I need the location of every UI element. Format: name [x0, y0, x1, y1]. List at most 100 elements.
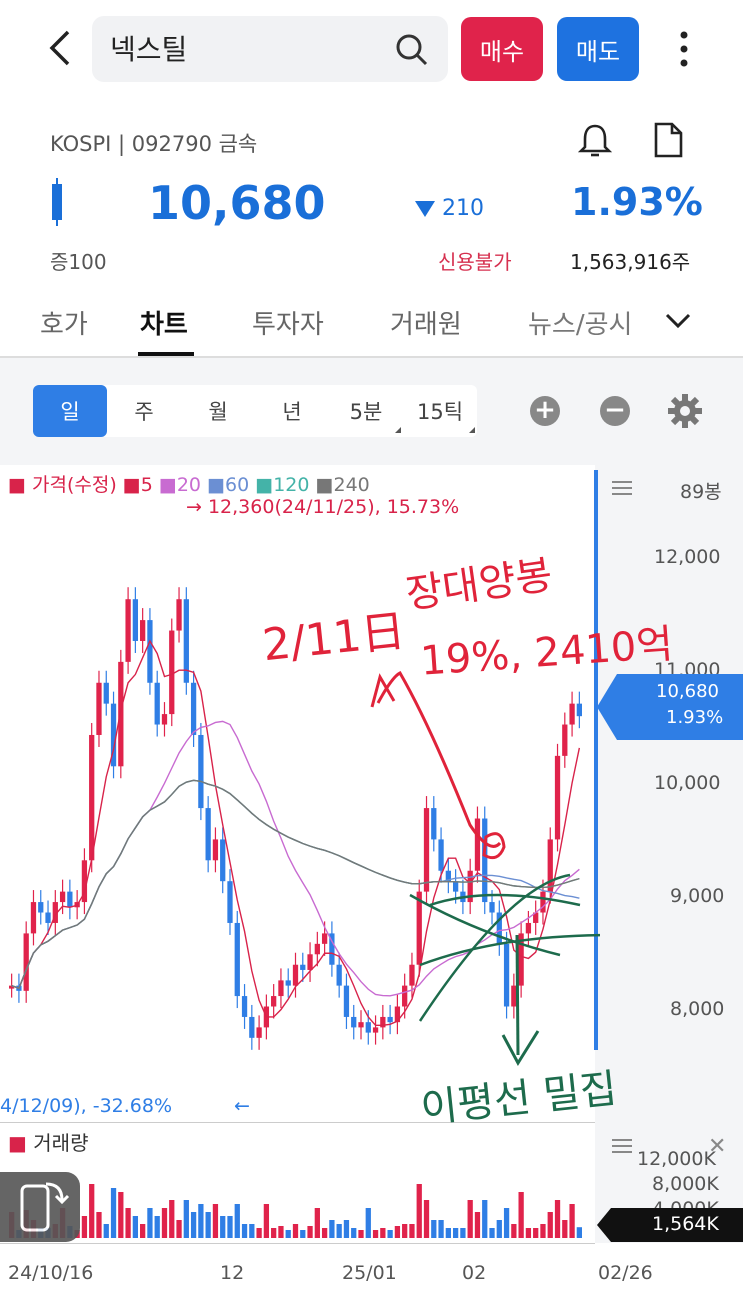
tab-chart[interactable]: 차트 [140, 304, 188, 341]
volume-bar [569, 1204, 575, 1238]
period-month[interactable]: 월 [181, 385, 255, 437]
volume-bar [183, 1200, 189, 1238]
current-price-label: 10,680 [656, 681, 719, 702]
volume-bar [263, 1204, 270, 1238]
volume-bar [234, 1204, 240, 1238]
mini-candle-icon [50, 176, 64, 232]
x-tick: 24/10/16 [8, 1262, 94, 1284]
market-code-label: KOSPI | 092790 금속 [50, 132, 258, 156]
vol-tick: 12,000K [637, 1148, 716, 1170]
x-tick: 12 [220, 1262, 245, 1284]
bars-count: 89봉 [680, 481, 722, 503]
volume-bar [271, 1228, 277, 1238]
volume-bar [409, 1224, 415, 1238]
more-menu-icon[interactable] [676, 30, 692, 70]
chevron-down-icon[interactable] [664, 312, 692, 334]
x-tick: 02 [462, 1262, 487, 1284]
zoom-out-icon[interactable]: − [600, 396, 630, 426]
volume-bar [212, 1204, 219, 1238]
volume-bar [496, 1220, 502, 1238]
buy-button[interactable]: 매수 [461, 17, 543, 81]
x-tick: 25/01 [342, 1262, 397, 1284]
credit-status: 신용불가 [438, 250, 512, 274]
volume-bar [387, 1230, 393, 1238]
volume-bar [154, 1216, 160, 1238]
volume-bar [300, 1230, 306, 1238]
back-button[interactable] [40, 28, 80, 68]
change-percent: 1.93% [571, 180, 703, 224]
zoom-in-icon[interactable]: + [530, 396, 560, 426]
period-5min[interactable]: 5분 [329, 385, 403, 437]
volume-bar [220, 1216, 226, 1238]
volume-bar [525, 1228, 532, 1238]
volume-bar [343, 1220, 350, 1238]
down-triangle-icon [414, 200, 436, 222]
rotate-icon [20, 1182, 70, 1232]
search-input[interactable]: 넥스틸 [110, 28, 187, 68]
volume-bar [198, 1204, 204, 1238]
volume-bar [256, 1228, 262, 1238]
tab-news[interactable]: 뉴스/공시 [528, 304, 632, 341]
x-tick: 02/26 [598, 1262, 653, 1284]
tab-orderbook[interactable]: 호가 [40, 304, 88, 341]
document-icon[interactable] [652, 122, 684, 162]
margin-rate: 증100 [50, 250, 107, 274]
volume-bar [278, 1226, 284, 1238]
volume-bar [292, 1224, 299, 1238]
search-icon[interactable] [395, 33, 429, 71]
back-arrow-icon [49, 30, 70, 66]
tab-investor[interactable]: 투자자 [252, 304, 324, 341]
volume-bar [285, 1230, 291, 1238]
volume-bar [227, 1216, 233, 1238]
volume-bar [416, 1184, 422, 1238]
y-tick: 12,000 [654, 546, 721, 568]
volume-bar [518, 1192, 524, 1238]
volume-bar [540, 1224, 546, 1238]
volume-bar [511, 1224, 517, 1238]
volume-bar [533, 1228, 539, 1238]
bell-icon[interactable] [577, 122, 613, 162]
volume-bar [482, 1200, 488, 1238]
y-tick: 10,000 [654, 772, 721, 794]
volume-menu-icon[interactable] [612, 1138, 632, 1158]
rotate-screen-button[interactable] [0, 1172, 80, 1242]
volume-bar [190, 1212, 197, 1238]
volume-bar [394, 1226, 401, 1238]
volume-bar [314, 1208, 320, 1238]
price-axis [595, 465, 743, 1295]
volume-bar [365, 1208, 371, 1238]
volume-bar [176, 1220, 182, 1238]
volume-bar [503, 1208, 510, 1238]
x-axis-line [0, 1243, 595, 1244]
volume-bar [110, 1188, 117, 1238]
volume-bar [96, 1212, 102, 1238]
volume-bar [321, 1228, 328, 1238]
volume-bar [125, 1208, 131, 1238]
volume-bar [423, 1200, 430, 1238]
vol-tick: 8,000K [652, 1173, 719, 1195]
period-day[interactable]: 일 [33, 385, 107, 437]
volume-bar [431, 1220, 437, 1238]
volume-bar [445, 1228, 451, 1238]
hamburger-icon[interactable] [612, 480, 632, 500]
y-tick: 8,000 [670, 998, 725, 1020]
current-pct-label: 1.93% [666, 707, 724, 728]
trade-volume: 1,563,916주 [570, 250, 691, 274]
period-15tick[interactable]: 15틱 [403, 385, 477, 437]
volume-bar [241, 1224, 248, 1238]
volume-bar [489, 1228, 495, 1238]
volume-bar [147, 1208, 153, 1238]
volume-bar [132, 1216, 139, 1238]
volume-bar [307, 1226, 313, 1238]
volume-bar [169, 1200, 175, 1238]
period-year[interactable]: 년 [255, 385, 329, 437]
period-week[interactable]: 주 [107, 385, 181, 437]
tab-broker[interactable]: 거래원 [390, 304, 462, 341]
volume-bar [329, 1220, 335, 1238]
gear-icon[interactable] [667, 393, 703, 433]
volume-bar [474, 1212, 481, 1238]
volume-bar [351, 1228, 357, 1238]
y-tick: 9,000 [670, 885, 725, 907]
sell-button[interactable]: 매도 [557, 17, 639, 81]
volume-bar [547, 1212, 553, 1238]
